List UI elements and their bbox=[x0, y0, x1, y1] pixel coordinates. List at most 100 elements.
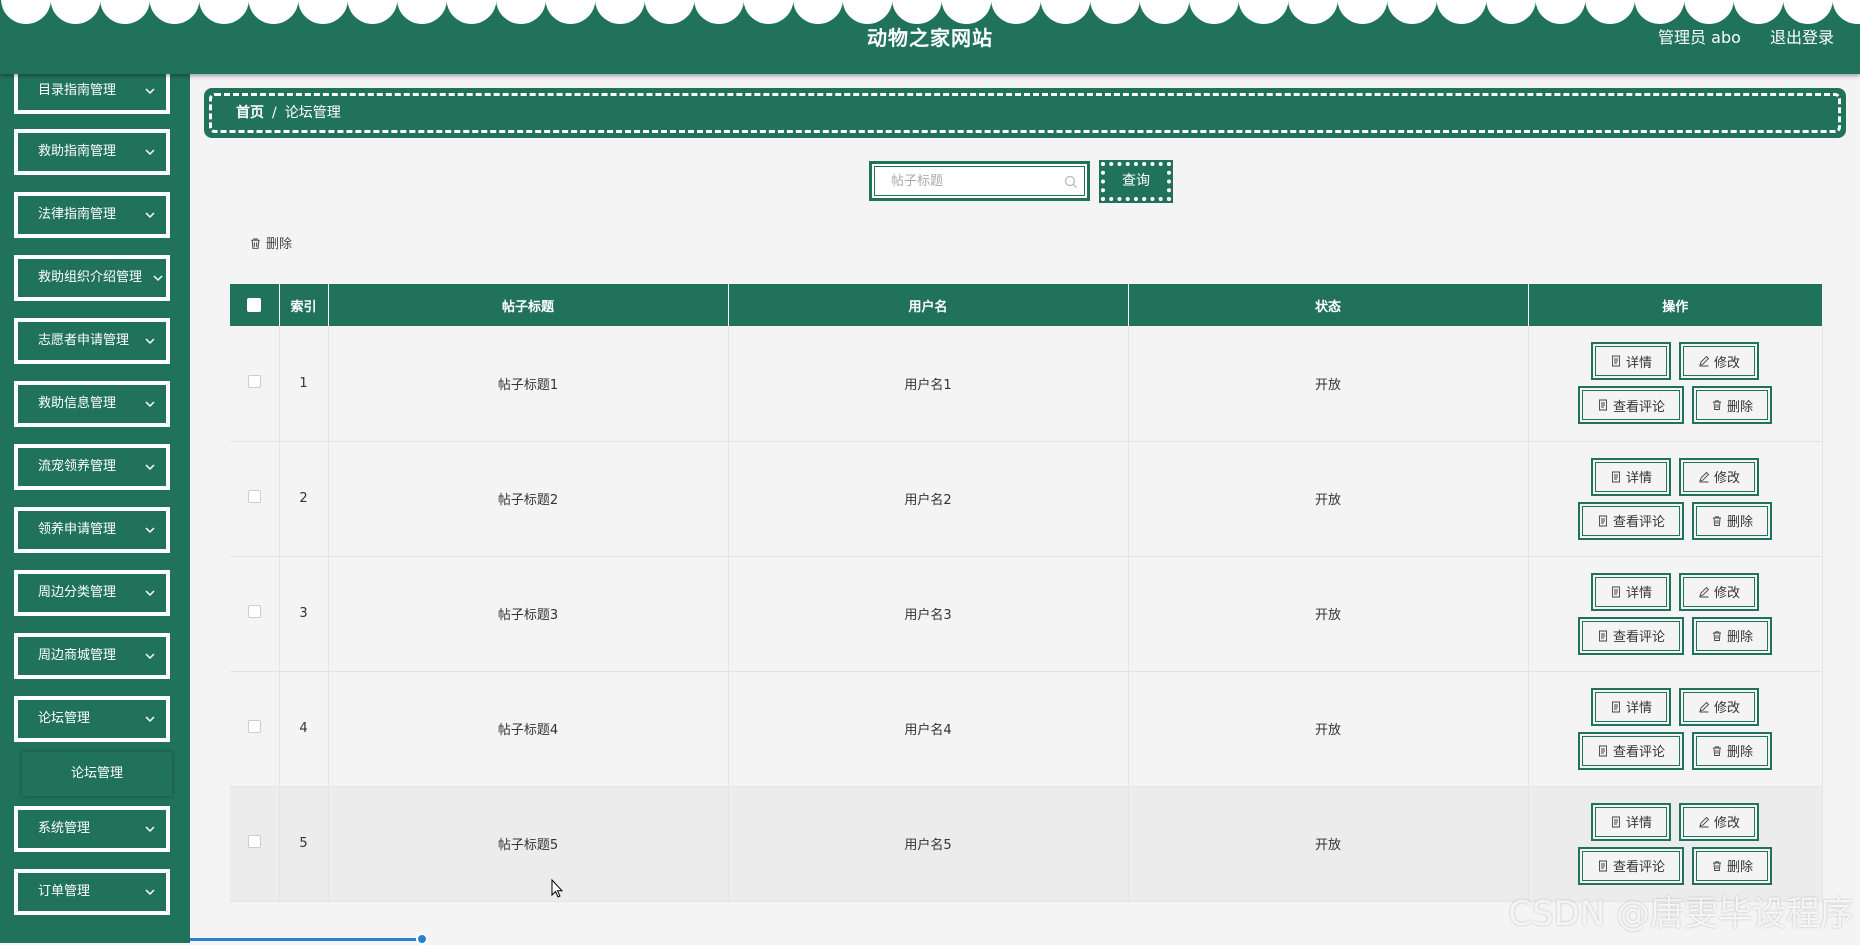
delete-button[interactable]: 删除 bbox=[1692, 502, 1772, 540]
sidebar-item-rescue-org[interactable]: 救助组织介绍管理 bbox=[14, 255, 170, 301]
detail-button-label: 详情 bbox=[1626, 352, 1652, 371]
delete-button[interactable]: 删除 bbox=[1692, 617, 1772, 655]
delete-button-label: 删除 bbox=[1727, 626, 1753, 645]
breadcrumb-home[interactable]: 首页 bbox=[236, 105, 264, 121]
sidebar-item-label: 目录指南管理 bbox=[38, 83, 116, 98]
edit-button[interactable]: 修改 bbox=[1679, 342, 1759, 380]
row-actions: 详情 修改查看评论删除 bbox=[1529, 342, 1822, 424]
detail-button-inner: 详情 bbox=[1595, 462, 1667, 492]
forum-table: 索引 帖子标题 用户名 状态 操作 1帖子标题1用户名1开放详情修改查看评论删除… bbox=[230, 284, 1823, 902]
select-all-checkbox[interactable] bbox=[247, 298, 261, 312]
detail-button[interactable]: 详情 bbox=[1591, 688, 1671, 726]
scallop-circle bbox=[1041, 0, 1091, 24]
row-select-cell bbox=[230, 786, 279, 901]
scallop-circle bbox=[991, 0, 1041, 24]
sidebar-item-merch-category[interactable]: 周边分类管理 bbox=[14, 570, 170, 616]
detail-button-label: 详情 bbox=[1626, 467, 1652, 486]
chevron-down-icon bbox=[144, 461, 156, 473]
view-comments-button[interactable]: 查看评论 bbox=[1578, 617, 1684, 655]
sidebar-item-volunteer[interactable]: 志愿者申请管理 bbox=[14, 318, 170, 364]
bulk-delete-button[interactable]: 删除 bbox=[249, 233, 292, 252]
cell-title: 帖子标题5 bbox=[328, 786, 728, 901]
view-comments-button-inner: 查看评论 bbox=[1582, 851, 1680, 881]
site-title: 动物之家网站 bbox=[0, 22, 1860, 51]
sidebar-item-orders[interactable]: 订单管理 bbox=[14, 869, 170, 915]
scallop-circle bbox=[1288, 0, 1338, 24]
sidebar-item-merch-store[interactable]: 周边商城管理 bbox=[14, 633, 170, 679]
edit-icon bbox=[1698, 586, 1710, 598]
detail-button[interactable]: 详情 bbox=[1591, 573, 1671, 611]
chevron-down-icon bbox=[144, 886, 156, 898]
sidebar-item-pet-adoption[interactable]: 流宠领养管理 bbox=[14, 444, 170, 490]
horizontal-scrollbar[interactable] bbox=[190, 938, 420, 941]
edit-button[interactable]: 修改 bbox=[1679, 803, 1759, 841]
trash-icon bbox=[1711, 515, 1723, 527]
edit-icon bbox=[1698, 701, 1710, 713]
edit-button[interactable]: 修改 bbox=[1679, 688, 1759, 726]
user-area: 管理员 abo 退出登录 bbox=[1634, 24, 1834, 48]
chevron-down-icon bbox=[144, 650, 156, 662]
view-comments-button[interactable]: 查看评论 bbox=[1578, 502, 1684, 540]
logout-link[interactable]: 退出登录 bbox=[1770, 28, 1834, 47]
delete-button[interactable]: 删除 bbox=[1692, 386, 1772, 424]
sidebar-item-forum[interactable]: 论坛管理 bbox=[14, 696, 170, 742]
query-button[interactable]: 查询 bbox=[1101, 162, 1171, 201]
sidebar-item-rescue-guide[interactable]: 救助指南管理 bbox=[14, 129, 170, 175]
sidebar-item-label: 订单管理 bbox=[38, 884, 90, 899]
scallop-circle bbox=[1635, 0, 1685, 24]
row-select-cell bbox=[230, 441, 279, 556]
row-checkbox[interactable] bbox=[248, 720, 261, 733]
detail-button-label: 详情 bbox=[1626, 812, 1652, 831]
admin-label: 管理员 abo bbox=[1658, 28, 1741, 47]
row-checkbox[interactable] bbox=[248, 375, 261, 388]
document-icon bbox=[1610, 701, 1622, 713]
breadcrumb-current: 论坛管理 bbox=[285, 105, 341, 121]
edit-button[interactable]: 修改 bbox=[1679, 458, 1759, 496]
view-comments-button[interactable]: 查看评论 bbox=[1578, 847, 1684, 885]
scallop-circle bbox=[1189, 0, 1239, 24]
sidebar: 目录指南管理 救助指南管理 法律指南管理 救助组织介绍管理 志愿者申请管理 救助… bbox=[0, 74, 190, 943]
scroll-handle[interactable] bbox=[416, 933, 428, 945]
chevron-down-icon bbox=[144, 85, 156, 97]
detail-button[interactable]: 详情 bbox=[1591, 803, 1671, 841]
scallop-circle bbox=[1, 0, 51, 24]
document-icon bbox=[1610, 471, 1622, 483]
row-checkbox[interactable] bbox=[248, 605, 261, 618]
chevron-down-icon bbox=[144, 713, 156, 725]
chevron-down-icon bbox=[144, 398, 156, 410]
scallop-circle bbox=[1140, 0, 1190, 24]
delete-button[interactable]: 删除 bbox=[1692, 847, 1772, 885]
view-comments-button-label: 查看评论 bbox=[1613, 856, 1665, 875]
sidebar-item-label: 救助信息管理 bbox=[38, 396, 116, 411]
column-header-status: 状态 bbox=[1128, 284, 1528, 326]
sidebar-subitem-forum-manage[interactable]: 论坛管理 bbox=[22, 752, 172, 796]
actions-line: 详情修改 bbox=[1529, 688, 1822, 726]
edit-icon bbox=[1698, 355, 1710, 367]
row-checkbox[interactable] bbox=[248, 490, 261, 503]
edit-button[interactable]: 修改 bbox=[1679, 573, 1759, 611]
breadcrumb-inner: 首页/论坛管理 bbox=[209, 93, 1841, 133]
sidebar-item-system[interactable]: 系统管理 bbox=[14, 806, 170, 852]
scallop-circle bbox=[1387, 0, 1437, 24]
column-header-actions: 操作 bbox=[1528, 284, 1822, 326]
mouse-cursor-icon bbox=[551, 879, 565, 899]
document-icon bbox=[1597, 745, 1609, 757]
cell-index: 3 bbox=[279, 556, 328, 671]
view-comments-button[interactable]: 查看评论 bbox=[1578, 732, 1684, 770]
detail-button[interactable]: 详情 bbox=[1591, 342, 1671, 380]
delete-button-inner: 删除 bbox=[1696, 621, 1768, 651]
sidebar-item-legal-guide[interactable]: 法律指南管理 bbox=[14, 192, 170, 238]
sidebar-item-adoption-apply[interactable]: 领养申请管理 bbox=[14, 507, 170, 553]
trash-icon bbox=[1711, 399, 1723, 411]
row-checkbox[interactable] bbox=[248, 835, 261, 848]
sidebar-item-rescue-info[interactable]: 救助信息管理 bbox=[14, 381, 170, 427]
cell-actions: 详情 修改查看评论 删除 bbox=[1528, 786, 1822, 901]
view-comments-button[interactable]: 查看评论 bbox=[1578, 386, 1684, 424]
delete-button[interactable]: 删除 bbox=[1692, 732, 1772, 770]
detail-button-inner: 详情 bbox=[1595, 577, 1667, 607]
sidebar-item-directory-guide[interactable]: 目录指南管理 bbox=[14, 74, 170, 114]
detail-button[interactable]: 详情 bbox=[1591, 458, 1671, 496]
scallop-circle bbox=[942, 0, 992, 24]
scallop-circle bbox=[1437, 0, 1487, 24]
search-input[interactable] bbox=[875, 167, 1084, 195]
